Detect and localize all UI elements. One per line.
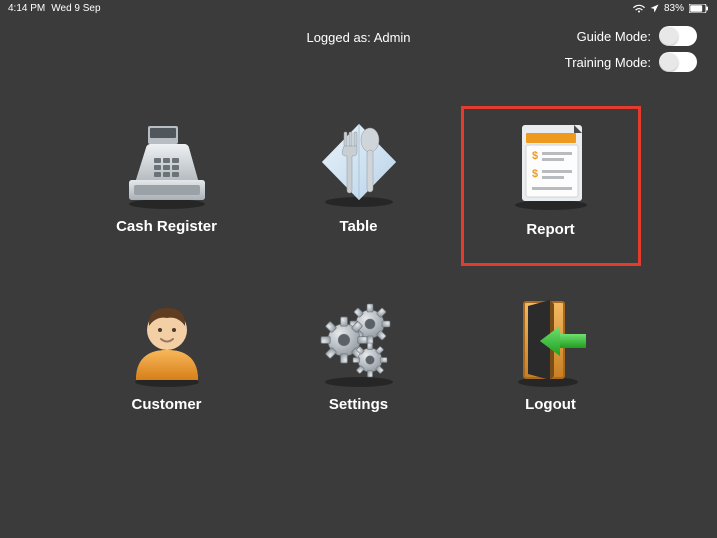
guide-mode-label: Guide Mode:	[577, 29, 651, 44]
logout-icon	[496, 290, 606, 390]
logged-as-label: Logged as: Admin	[306, 30, 410, 45]
menu-item-cash-register[interactable]: Cash Register	[77, 106, 257, 266]
guide-mode-toggle[interactable]	[659, 26, 697, 46]
svg-text:$: $	[532, 168, 538, 180]
header-row: Logged as: Admin Guide Mode: Training Mo…	[0, 16, 717, 76]
svg-text:$: $	[532, 150, 538, 162]
menu-item-report[interactable]: $ $ Report	[461, 106, 641, 266]
training-mode-toggle[interactable]	[659, 52, 697, 72]
menu-label-settings: Settings	[329, 396, 388, 413]
guide-mode-row: Guide Mode:	[565, 26, 697, 46]
settings-icon	[304, 290, 414, 390]
menu-label-table: Table	[339, 218, 377, 235]
report-icon: $ $	[496, 115, 606, 215]
table-icon	[304, 112, 414, 212]
menu-item-table[interactable]: Table	[269, 106, 449, 266]
wifi-icon	[633, 4, 645, 13]
menu-label-customer: Customer	[131, 396, 201, 413]
training-mode-label: Training Mode:	[565, 55, 651, 70]
menu-label-report: Report	[526, 221, 574, 238]
main-menu-grid: Cash Register	[0, 106, 717, 444]
customer-icon	[112, 290, 222, 390]
menu-item-settings[interactable]: Settings	[269, 284, 449, 444]
battery-percent: 83%	[664, 3, 684, 14]
location-icon	[650, 4, 659, 13]
cash-register-icon	[112, 112, 222, 212]
status-bar: 4:14 PM Wed 9 Sep 83%	[0, 0, 717, 16]
training-mode-row: Training Mode:	[565, 52, 697, 72]
status-date: Wed 9 Sep	[51, 3, 100, 14]
menu-item-customer[interactable]: Customer	[77, 284, 257, 444]
menu-item-logout[interactable]: Logout	[461, 284, 641, 444]
status-time: 4:14 PM	[8, 3, 45, 14]
menu-label-cash-register: Cash Register	[116, 218, 217, 235]
battery-icon	[689, 4, 709, 13]
menu-label-logout: Logout	[525, 396, 576, 413]
